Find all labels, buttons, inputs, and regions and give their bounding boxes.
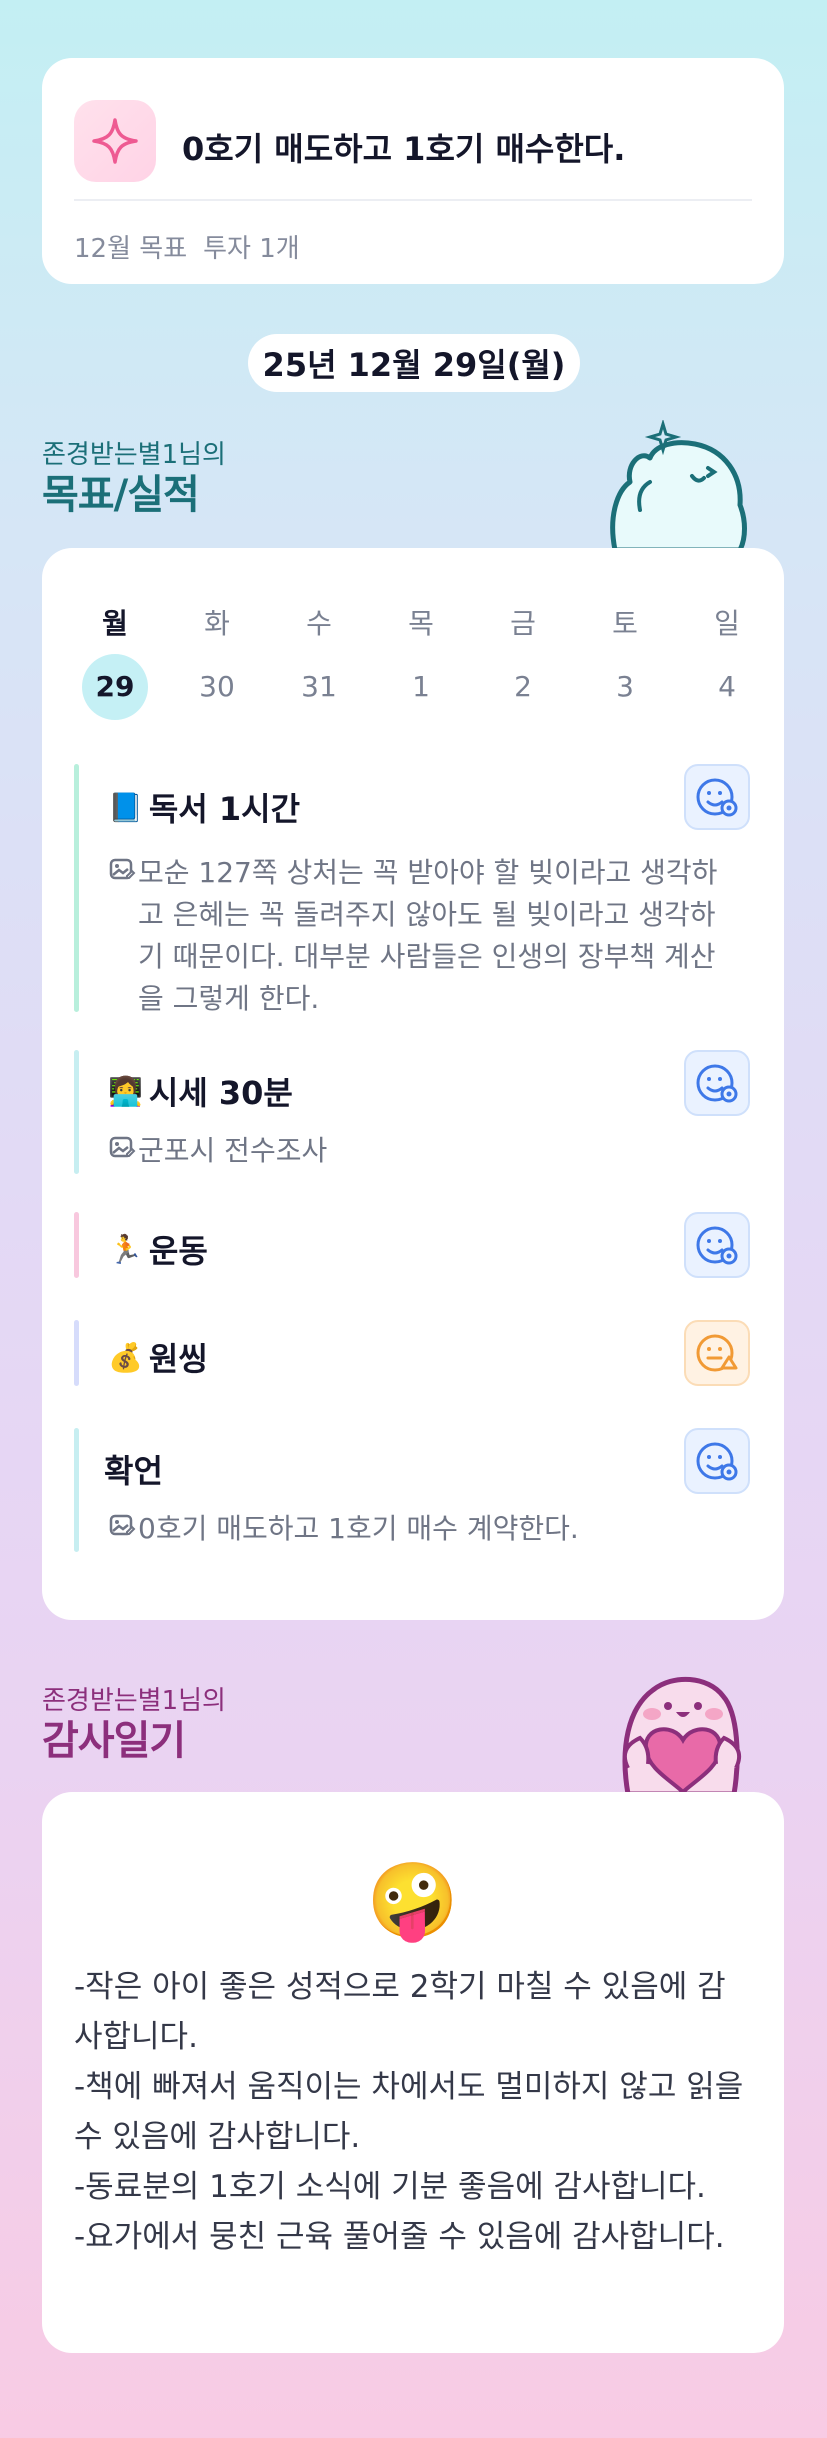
gratitude-text: -작은 아이 좋은 성적으로 2학기 마칠 수 있음에 감사합니다. -책에 빠… xyxy=(74,1969,744,2255)
money-bag-icon: 💰 xyxy=(108,1340,143,1374)
note-image-icon xyxy=(108,1134,138,1172)
goal-color-bar xyxy=(74,1428,79,1552)
goals-card: 월 29 화 30 수 31 목 1 금 2 토 3 일 4 📘 독서 1시간 모순 127쪽 상처는 꼭 … xyxy=(42,548,784,1620)
smile-blue-icon[interactable] xyxy=(684,1050,750,1116)
goal-month-label: 12월 목표 xyxy=(74,234,188,264)
goal-color-bar xyxy=(74,1212,79,1278)
weekday-label: 목 xyxy=(408,607,434,640)
goal-color-bar xyxy=(74,1050,79,1174)
calendar-date[interactable]: 2 xyxy=(490,654,556,720)
goal-item-affirmation[interactable]: 확언 0호기 매도하고 1호기 매수 계약한다. xyxy=(74,1428,750,1552)
heart-mascot-illustration xyxy=(622,1676,741,1794)
technologist-icon: 👩‍💻 xyxy=(108,1074,143,1108)
sparkle-icon xyxy=(74,100,156,182)
goal-title-text: 원씽 xyxy=(148,1340,208,1378)
smile-blue-icon[interactable] xyxy=(684,1212,750,1278)
calendar-date[interactable]: 3 xyxy=(592,654,658,720)
book-icon: 📘 xyxy=(108,790,143,824)
goal-note-text: 군포시 전수조사 xyxy=(138,1134,328,1167)
goal-title-text: 시세 30분 xyxy=(148,1074,293,1112)
smile-blue-icon[interactable] xyxy=(684,1428,750,1494)
running-icon: 🏃 xyxy=(108,1232,143,1266)
calendar-date[interactable]: 29 xyxy=(82,654,148,720)
goal-note: 0호기 매도하고 1호기 매수 계약한다. xyxy=(108,1508,740,1550)
weekday-label: 일 xyxy=(714,607,740,640)
weekday-label: 토 xyxy=(612,607,638,640)
calendar-date[interactable]: 30 xyxy=(184,654,250,720)
mascot-illustration xyxy=(610,420,747,550)
goal-item-title: 확언 xyxy=(104,1446,163,1492)
gratitude-section-title: 감사일기 xyxy=(42,1718,186,1764)
weekday-label: 화 xyxy=(204,607,230,640)
note-image-icon xyxy=(108,1512,138,1550)
goal-item-title: 📘 독서 1시간 xyxy=(108,784,300,830)
goal-item-reading[interactable]: 📘 독서 1시간 모순 127쪽 상처는 꼭 받아야 할 빚이라고 생각하고 은혜… xyxy=(74,764,750,1015)
goal-color-bar xyxy=(74,764,79,1012)
date-selector[interactable]: 25년 12월 29일(월) xyxy=(248,334,580,392)
calendar-date[interactable]: 1 xyxy=(388,654,454,720)
goal-title-text: 독서 1시간 xyxy=(148,790,301,828)
goal-item-one-thing[interactable]: 💰 원씽 xyxy=(74,1320,750,1386)
smile-orange-icon[interactable] xyxy=(684,1320,750,1386)
calendar-date[interactable]: 31 xyxy=(286,654,352,720)
weekday-label: 월 xyxy=(102,607,128,640)
goal-note-text: 모순 127쪽 상처는 꼭 받아야 할 빚이라고 생각하고 은혜는 꼭 돌려주지… xyxy=(138,856,718,1015)
goal-item-title: 👩‍💻 시세 30분 xyxy=(108,1068,293,1114)
goal-count-label: 투자 1개 xyxy=(203,234,300,264)
smile-blue-icon[interactable] xyxy=(684,764,750,830)
goal-note-text: 0호기 매도하고 1호기 매수 계약한다. xyxy=(138,1512,579,1545)
calendar-date[interactable]: 4 xyxy=(694,654,760,720)
goal-section-title: 목표/실적 xyxy=(42,472,200,518)
goal-meta: 12월 목표 투자 1개 xyxy=(74,228,316,265)
goal-color-bar xyxy=(74,1320,79,1386)
goal-item-title: 🏃 운동 xyxy=(108,1226,208,1272)
monthly-goal-card[interactable]: 0호기 매도하고 1호기 매수한다. 12월 목표 투자 1개 xyxy=(42,58,784,284)
weekday-label: 수 xyxy=(306,607,332,640)
weekday-label: 금 xyxy=(510,607,536,640)
goal-item-exercise[interactable]: 🏃 운동 xyxy=(74,1212,750,1278)
zany-face-icon: 🤪 xyxy=(366,1858,460,1944)
goal-note: 군포시 전수조사 xyxy=(108,1130,740,1172)
goal-title: 0호기 매도하고 1호기 매수한다. xyxy=(182,130,626,168)
goal-item-title: 💰 원씽 xyxy=(108,1334,208,1380)
gratitude-card: 🤪 -작은 아이 좋은 성적으로 2학기 마칠 수 있음에 감사합니다. -책에… xyxy=(42,1792,784,2353)
goal-title-text: 확언 xyxy=(104,1452,163,1490)
goal-title-text: 운동 xyxy=(148,1232,208,1270)
note-image-icon xyxy=(108,856,138,1020)
goal-note: 모순 127쪽 상처는 꼭 받아야 할 빚이라고 생각하고 은혜는 꼭 돌려주지… xyxy=(108,852,740,1020)
goal-item-market-price[interactable]: 👩‍💻 시세 30분 군포시 전수조사 xyxy=(74,1050,750,1174)
divider xyxy=(74,199,752,201)
